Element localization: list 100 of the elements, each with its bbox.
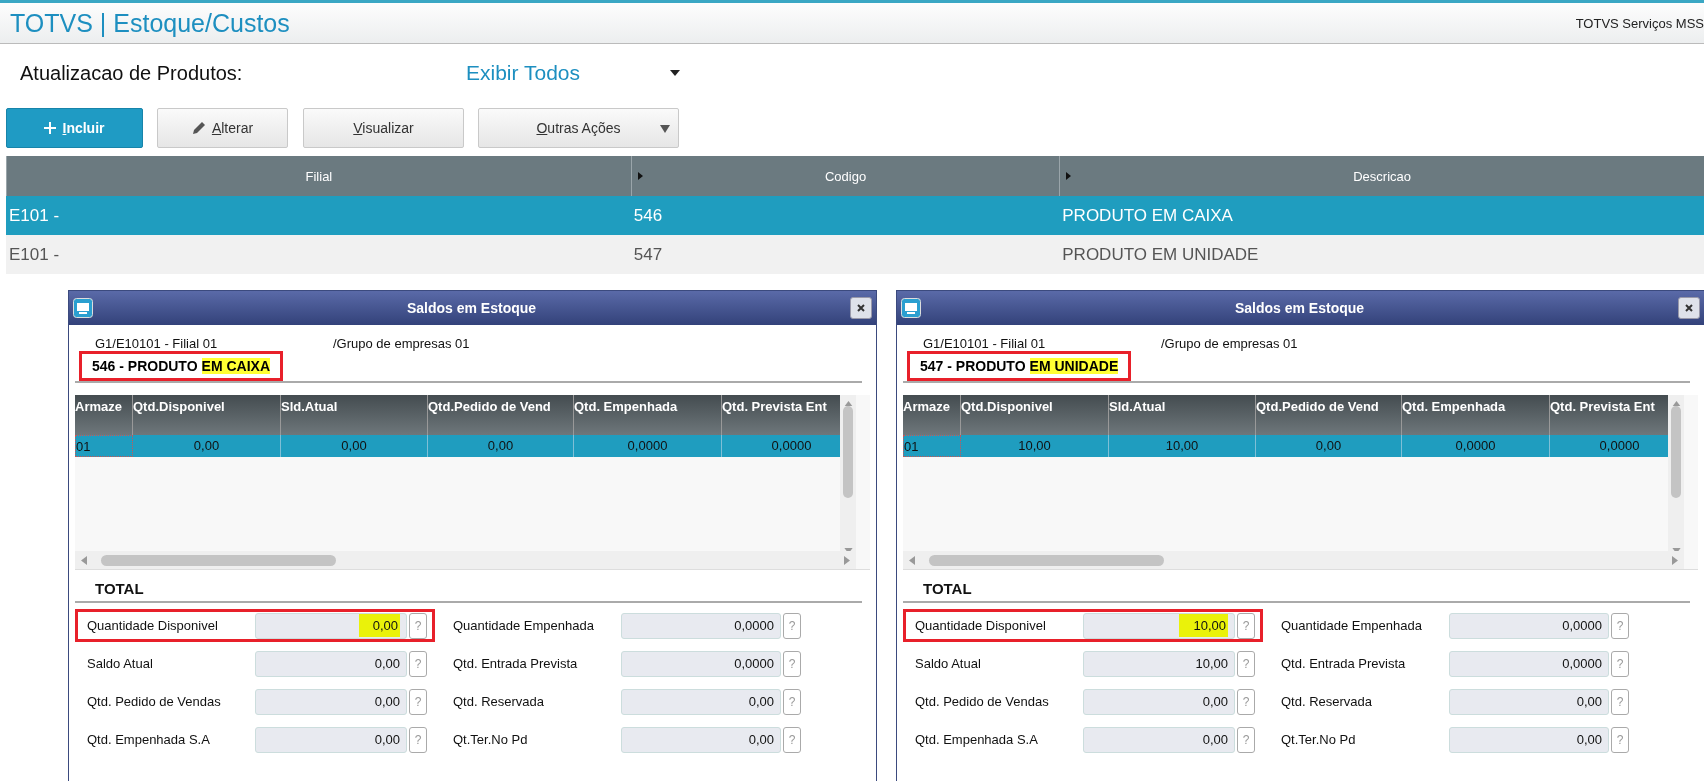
table-cell-text: 547 (632, 244, 664, 265)
table-cell-text: PRODUTO EM CAIXA (1061, 205, 1234, 226)
field-label: Saldo Atual (87, 656, 154, 671)
field-label: Qtd. Pedido de Vendas (915, 694, 1050, 709)
app-title: TOTVS | Estoque/Custos (10, 8, 291, 38)
value-field[interactable]: 0,00 (255, 612, 407, 639)
screen-title: Atualizacao de Produtos: (20, 61, 244, 85)
field-value: 0,00 (358, 614, 400, 637)
dialog-title: Saldos em Estoque (1233, 300, 1366, 316)
value-field[interactable]: 0,00 (1449, 726, 1609, 753)
product-title: 546 - PRODUTO (92, 358, 198, 374)
field-value: 0,00 (748, 732, 774, 747)
triangle-icon (1066, 172, 1072, 180)
grid-cell: 01 (903, 435, 961, 457)
table-cell-text: E101 - (8, 244, 61, 265)
field-value: 0,00 (1576, 732, 1602, 747)
field-value: 0,00 (1202, 694, 1228, 709)
table-cell-text: E101 - (8, 205, 61, 226)
field-value: 0,00 (1576, 694, 1602, 709)
product-title: 547 - PRODUTO (920, 358, 1026, 374)
field-value: 0,0000 (734, 656, 774, 671)
value-field[interactable]: 0,0000 (1449, 612, 1609, 639)
caret-icon (660, 125, 670, 133)
grid-cell: 0,0000 (1402, 435, 1550, 457)
value-field[interactable]: 0,00 (255, 688, 407, 715)
field-value: 0,0000 (734, 618, 774, 633)
section-title: TOTAL (75, 570, 862, 603)
edit-button[interactable]: Alterar (157, 108, 288, 148)
table-row[interactable]: E101 - 547 PRODUTO EM UNIDADE (6, 235, 1704, 274)
table-cell-text: PRODUTO EM UNIDADE (1061, 244, 1260, 265)
company-name: TOTVS Serviços MSS (1575, 15, 1704, 31)
caret-icon (670, 70, 680, 76)
grid-cell: 10,00 (1109, 435, 1256, 457)
value-field[interactable]: 0,0000 (621, 650, 781, 677)
branch-text: G1/E10101 - Filial 01 (95, 336, 219, 351)
branch-text: G1/E10101 - Filial 01 (923, 336, 1047, 351)
field-value: 0,00 (748, 694, 774, 709)
horizontal-scrollbar[interactable] (903, 551, 1684, 569)
field-label: Qtd. Entrada Prevista (1281, 656, 1407, 671)
highlighted-text: EM CAIXA (201, 358, 270, 374)
left-arrow-icon (909, 555, 915, 565)
triangle-icon (637, 172, 643, 180)
field-label: Quantidade Empenhada (453, 618, 595, 633)
value-field[interactable]: 0,00 (621, 726, 781, 753)
highlighted-text: EM UNIDADE (1029, 358, 1119, 374)
value-field[interactable]: 0,00 (255, 726, 407, 753)
monitor-icon (901, 298, 921, 318)
value-field[interactable]: 0,00 (255, 650, 407, 677)
close-icon (857, 304, 865, 312)
value-field[interactable]: 10,00 (1083, 650, 1235, 677)
plus-icon (44, 122, 57, 134)
scroll-thumb[interactable] (101, 554, 336, 566)
field-label: Qtd. Reservada (453, 694, 546, 709)
field-label: Qtd. Reservada (1281, 694, 1374, 709)
field-label: Quantidade Disponivel (87, 618, 219, 633)
filter-dropdown[interactable]: Exibir Todos (466, 61, 680, 85)
grid-cell: 10,00 (961, 435, 1109, 457)
field-value: 0,00 (374, 656, 400, 671)
close-button[interactable] (850, 297, 872, 319)
value-field[interactable]: 10,00 (1083, 612, 1235, 639)
field-label: Qt.Ter.No Pd (1281, 732, 1357, 747)
value-field[interactable]: 0,00 (1449, 688, 1609, 715)
value-field[interactable]: 0,0000 (1449, 650, 1609, 677)
field-label: Quantidade Empenhada (1281, 618, 1423, 633)
grid-cell: 0,00 (428, 435, 574, 457)
view-button[interactable]: Visualizar (303, 108, 464, 148)
field-label: Quantidade Disponivel (915, 618, 1047, 633)
scroll-thumb[interactable] (843, 406, 853, 498)
value-field[interactable]: 0,00 (621, 688, 781, 715)
table-cell-text: 546 (632, 205, 664, 226)
dialog-title: Saldos em Estoque (405, 300, 538, 316)
field-label: Saldo Atual (915, 656, 982, 671)
field-label: Qtd. Empenhada S.A (87, 732, 211, 747)
monitor-icon (73, 298, 93, 318)
up-arrow-icon (1671, 401, 1681, 407)
field-value: 0,00 (1202, 732, 1228, 747)
grid-cell: 0,0000 (574, 435, 722, 457)
grid-cell: 0,00 (1256, 435, 1402, 457)
right-arrow-icon (1672, 555, 1678, 565)
value-field[interactable]: 0,0000 (621, 612, 781, 639)
scroll-thumb[interactable] (1671, 406, 1681, 498)
value-field[interactable]: 0,00 (1083, 688, 1235, 715)
field-value: 0,00 (374, 694, 400, 709)
value-field[interactable]: 0,00 (1083, 726, 1235, 753)
group-text: /Grupo de empresas 01 (333, 336, 470, 351)
close-button[interactable] (1678, 297, 1700, 319)
grid-cell: 0,00 (133, 435, 281, 457)
pencil-icon (191, 121, 206, 135)
field-value: 0,0000 (1562, 618, 1602, 633)
scroll-thumb[interactable] (929, 554, 1164, 566)
horizontal-scrollbar[interactable] (75, 551, 856, 569)
grid-cell: 0,00 (281, 435, 428, 457)
section-title: TOTAL (903, 570, 1690, 603)
field-label: Qtd. Empenhada S.A (915, 732, 1039, 747)
field-label: Qt.Ter.No Pd (453, 732, 529, 747)
right-arrow-icon (844, 555, 850, 565)
more-actions-button[interactable]: Outras Ações (478, 108, 679, 148)
field-value: 10,00 (1179, 614, 1228, 637)
left-arrow-icon (81, 555, 87, 565)
field-value: 0,0000 (1562, 656, 1602, 671)
